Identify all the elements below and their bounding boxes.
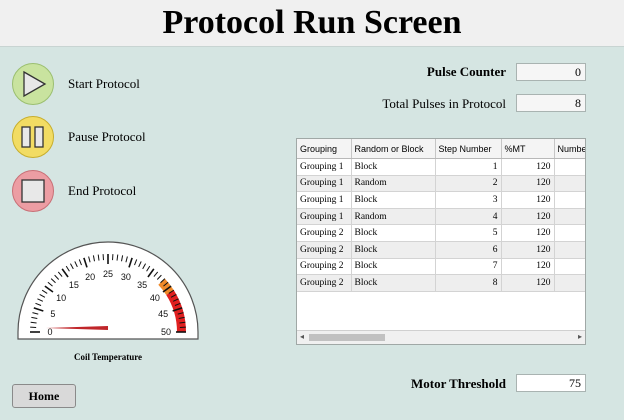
gauge-tick-label: 45	[158, 309, 168, 319]
table-cell	[554, 274, 585, 292]
column-header[interactable]: Grouping	[297, 139, 352, 159]
table-cell: Block	[351, 241, 436, 259]
table-row[interactable]: Grouping 2 Block 7 120	[297, 258, 585, 276]
table-cell: 3	[435, 191, 502, 209]
table-cell: Grouping 1	[297, 158, 352, 176]
pulse-counter-value: 0	[516, 63, 586, 81]
table-cell: Random	[351, 175, 436, 193]
table-cell	[554, 158, 585, 176]
table-header-row: Grouping Random or Block Step Number %MT Num…	[297, 139, 585, 159]
end-protocol-button[interactable]: End Protocol	[12, 170, 136, 212]
table-cell: Block	[351, 258, 436, 276]
scroll-right-icon[interactable]: ▸	[578, 332, 582, 341]
table-cell	[554, 224, 585, 242]
table-cell: 120	[501, 158, 555, 176]
gauge-tick-label: 25	[103, 269, 113, 279]
motor-threshold-label: Motor Threshold	[411, 376, 506, 391]
table-cell: 7	[435, 258, 502, 276]
table-row[interactable]: Grouping 2 Block 5 120	[297, 224, 585, 242]
column-header[interactable]: %MT	[501, 139, 555, 159]
table-cell: Grouping 2	[297, 224, 352, 242]
table-cell: 5	[435, 224, 502, 242]
table-cell	[554, 191, 585, 209]
table-cell: 6	[435, 241, 502, 259]
table-cell: Block	[351, 158, 436, 176]
protocol-table[interactable]: Grouping Random or Block Step Number %MT Num…	[296, 138, 586, 345]
gauge-tick-label: 50	[161, 327, 171, 337]
table-cell: Grouping 2	[297, 274, 352, 292]
scrollbar-thumb[interactable]	[309, 334, 385, 341]
table-cell	[554, 208, 585, 226]
total-pulses-label: Total Pulses in Protocol	[382, 96, 506, 111]
table-cell: Block	[351, 274, 436, 292]
table-cell: 8	[435, 274, 502, 292]
column-header[interactable]: Step Number	[435, 139, 502, 159]
table-body: Grouping 1 Block 1 120 Grouping 1 Random 2 120 G…	[297, 158, 585, 292]
page-title: Protocol Run Screen	[162, 4, 462, 41]
table-cell: Block	[351, 224, 436, 242]
column-header[interactable]: Random or Block	[351, 139, 436, 159]
table-cell: 120	[501, 224, 555, 242]
table-row[interactable]: Grouping 1 Block 1 120	[297, 158, 585, 176]
gauge-tick-label: 10	[56, 293, 66, 303]
gauge-tick-label: 40	[150, 293, 160, 303]
pause-icon[interactable]	[12, 116, 54, 158]
end-protocol-label[interactable]: End Protocol	[68, 183, 136, 199]
table-cell: 120	[501, 241, 555, 259]
table-cell: Grouping 1	[297, 191, 352, 209]
table-row[interactable]: Grouping 2 Block 8 120	[297, 274, 585, 292]
scroll-left-icon[interactable]: ◂	[300, 332, 304, 341]
table-cell: 120	[501, 274, 555, 292]
protocol-steps-table: Grouping Random or Block Step Number %MT Num…	[297, 139, 585, 292]
gauge-caption: Coil Temperature	[73, 352, 143, 362]
coil-temperature-gauge: 0 5 10 15 20 25 30 35 40 45 50	[14, 237, 202, 340]
total-pulses-value: 8	[516, 94, 586, 112]
table-cell: 120	[501, 175, 555, 193]
table-cell	[554, 175, 585, 193]
table-row[interactable]: Grouping 1 Random 4 120	[297, 208, 585, 226]
gauge-tick-label: 20	[85, 272, 95, 282]
title-bar: Protocol Run Screen	[0, 0, 624, 47]
table-row[interactable]: Grouping 2 Block 6 120	[297, 241, 585, 259]
table-row[interactable]: Grouping 1 Random 2 120	[297, 175, 585, 193]
gauge-tick-label: 35	[137, 280, 147, 290]
table-cell	[554, 258, 585, 276]
start-protocol-button[interactable]: Start Protocol	[12, 63, 140, 105]
home-button[interactable]: Home	[12, 384, 76, 408]
play-icon[interactable]	[12, 63, 54, 105]
table-cell: Grouping 1	[297, 175, 352, 193]
table-cell: 120	[501, 191, 555, 209]
table-cell: Block	[351, 191, 436, 209]
table-cell: Random	[351, 208, 436, 226]
table-cell: 2	[435, 175, 502, 193]
table-cell: 4	[435, 208, 502, 226]
pause-protocol-button[interactable]: Pause Protocol	[12, 116, 146, 158]
motor-threshold-input[interactable]: 75	[516, 374, 586, 392]
start-protocol-label[interactable]: Start Protocol	[68, 76, 140, 92]
gauge-tick-label: 0	[47, 327, 52, 337]
table-row[interactable]: Grouping 1 Block 3 120	[297, 191, 585, 209]
gauge-tick-label: 5	[50, 309, 55, 319]
column-header[interactable]: Number	[554, 139, 585, 159]
gauge-dial: 0 51015 20 25 30 3540 45 50	[17, 241, 199, 340]
table-cell: 120	[501, 208, 555, 226]
stop-icon[interactable]	[12, 170, 54, 212]
table-cell: Grouping 2	[297, 258, 352, 276]
table-cell: Grouping 2	[297, 241, 352, 259]
pulse-counter-label: Pulse Counter	[426, 64, 506, 79]
horizontal-scrollbar[interactable]: ◂ ▸	[297, 330, 585, 344]
table-cell: Grouping 1	[297, 208, 352, 226]
gauge-tick-label: 30	[121, 272, 131, 282]
table-cell: 1	[435, 158, 502, 176]
table-cell	[554, 241, 585, 259]
gauge-tick-label: 15	[69, 280, 79, 290]
table-cell: 120	[501, 258, 555, 276]
pause-protocol-label[interactable]: Pause Protocol	[68, 129, 146, 145]
